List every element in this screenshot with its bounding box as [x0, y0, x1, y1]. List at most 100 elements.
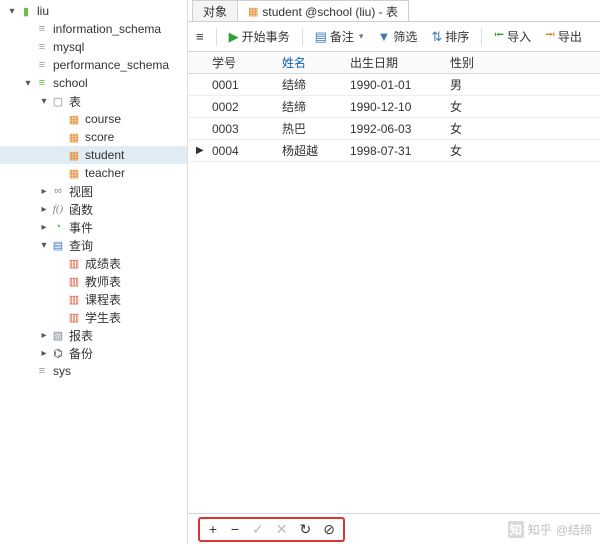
expand-icon[interactable]: ▾ [38, 240, 50, 251]
tree-node--[interactable]: ▸▧报表 [0, 326, 187, 344]
fn-icon: f() [50, 202, 66, 216]
expand-icon[interactable]: ▾ [38, 96, 50, 107]
tree-label: mysql [52, 40, 84, 54]
remark-button[interactable]: ▤ 备注 ▾ [313, 26, 366, 47]
cell[interactable]: 女 [442, 142, 496, 159]
column-header[interactable]: 性别 [442, 54, 496, 71]
tree-node-course[interactable]: ▦course [0, 110, 187, 128]
commit-button[interactable]: ✓ [252, 521, 264, 538]
collapse-icon[interactable]: ▸ [38, 330, 50, 341]
tree-node-sys[interactable]: ≡sys [0, 362, 187, 380]
cell[interactable]: 0004 [204, 144, 274, 158]
row-menu-button[interactable]: ≡ [194, 27, 206, 46]
cancel-button[interactable]: ✕ [276, 521, 288, 538]
tree-node--[interactable]: ▥教师表 [0, 272, 187, 290]
column-header[interactable]: 姓名 [274, 54, 342, 71]
qfile-icon: ▥ [66, 256, 82, 270]
add-row-button[interactable]: + [208, 521, 218, 537]
tree-node--[interactable]: ▥成绩表 [0, 254, 187, 272]
tree-label: 查询 [68, 237, 93, 254]
expand-icon[interactable]: ▾ [6, 6, 18, 17]
collapse-icon[interactable]: ▸ [38, 348, 50, 359]
db-icon: ≡ [34, 76, 50, 90]
cell[interactable]: 0003 [204, 122, 274, 136]
tree-label: course [84, 112, 121, 126]
expand-icon[interactable]: ▾ [22, 78, 34, 89]
play-icon: ▶ [229, 29, 239, 45]
table-row[interactable]: 0002结缔1990-12-10女 [188, 96, 600, 118]
table-icon: ▦ [66, 130, 82, 144]
button-label: 导出 [558, 28, 582, 45]
tree-label: school [52, 76, 88, 90]
tree-node-mysql[interactable]: ≡mysql [0, 38, 187, 56]
button-label: 排序 [445, 28, 469, 45]
refresh-button[interactable]: ↻ [299, 521, 311, 538]
rpt-icon: ▧ [50, 328, 66, 342]
table-row[interactable]: 0003热巴1992-06-03女 [188, 118, 600, 140]
tree-label: 表 [68, 93, 81, 110]
stop-button[interactable]: ⊘ [323, 521, 335, 538]
tree-node--[interactable]: ▾▢表 [0, 92, 187, 110]
dropdown-icon: ▾ [359, 31, 364, 42]
delete-row-button[interactable]: − [230, 521, 240, 537]
cell[interactable]: 0001 [204, 78, 274, 92]
cell[interactable]: 1992-06-03 [342, 122, 442, 136]
db-icon: ≡ [34, 58, 50, 72]
tab-label: student @school (liu) - 表 [262, 3, 398, 20]
tree-label: performance_schema [52, 58, 169, 72]
main-panel: 对象 ▦ student @school (liu) - 表 ≡ ▶ 开始事务 … [188, 0, 600, 544]
table-row[interactable]: ▶0004杨超越1998-07-31女 [188, 140, 600, 162]
qfile-icon: ▥ [66, 274, 82, 288]
tree-node-information-schema[interactable]: ≡information_schema [0, 20, 187, 38]
tree-node--[interactable]: ▥学生表 [0, 308, 187, 326]
note-icon: ▤ [315, 29, 327, 45]
tree-node-liu[interactable]: ▾▮liu [0, 2, 187, 20]
tree-node-school[interactable]: ▾≡school [0, 74, 187, 92]
tree-label: score [84, 130, 114, 144]
cell[interactable]: 1998-07-31 [342, 144, 442, 158]
tree-label: 课程表 [84, 291, 121, 308]
tree-node--[interactable]: ▾▤查询 [0, 236, 187, 254]
tab-student[interactable]: ▦ student @school (liu) - 表 [237, 0, 409, 21]
tree-node-student[interactable]: ▦student [0, 146, 187, 164]
collapse-icon[interactable]: ▸ [38, 222, 50, 233]
collapse-icon[interactable]: ▸ [38, 204, 50, 215]
cell[interactable]: 热巴 [274, 120, 342, 137]
tree-node--[interactable]: ▸∞视图 [0, 182, 187, 200]
import-icon: ⭰ [494, 26, 504, 48]
cell[interactable]: 杨超越 [274, 142, 342, 159]
column-header[interactable]: 出生日期 [342, 54, 442, 71]
button-label: 导入 [507, 28, 531, 45]
cell[interactable]: 1990-12-10 [342, 100, 442, 114]
export-button[interactable]: ⭲ 导出 [543, 24, 584, 50]
connection-tree[interactable]: ▾▮liu≡information_schema≡mysql≡performan… [0, 0, 188, 544]
tree-node--[interactable]: ▸◔事件 [0, 218, 187, 236]
collapse-icon[interactable]: ▸ [38, 186, 50, 197]
cell[interactable]: 1990-01-01 [342, 78, 442, 92]
tree-node-teacher[interactable]: ▦teacher [0, 164, 187, 182]
column-header[interactable]: 学号 [204, 54, 274, 71]
cell[interactable]: 结缔 [274, 76, 342, 93]
cell[interactable]: 男 [442, 76, 496, 93]
table-icon: ▦ [248, 5, 258, 18]
tree-node-performance-schema[interactable]: ≡performance_schema [0, 56, 187, 74]
button-label: 筛选 [393, 28, 417, 45]
tree-node--[interactable]: ▸⌬备份 [0, 344, 187, 362]
table-row[interactable]: 0001结缔1990-01-01男 [188, 74, 600, 96]
data-grid[interactable]: 学号姓名出生日期性别 0001结缔1990-01-01男0002结缔1990-1… [188, 52, 600, 514]
cell[interactable]: 结缔 [274, 98, 342, 115]
begin-transaction-button[interactable]: ▶ 开始事务 [227, 26, 292, 47]
cell[interactable]: 女 [442, 98, 496, 115]
tree-node--[interactable]: ▸f()函数 [0, 200, 187, 218]
table-icon: ▦ [66, 166, 82, 180]
cell[interactable]: 0002 [204, 100, 274, 114]
funnel-icon: ▼ [377, 29, 390, 44]
sort-button[interactable]: ⇅ 排序 [429, 26, 471, 47]
tab-objects[interactable]: 对象 [192, 0, 238, 21]
tab-strip: 对象 ▦ student @school (liu) - 表 [188, 0, 600, 22]
filter-button[interactable]: ▼ 筛选 [375, 26, 419, 47]
tree-node-score[interactable]: ▦score [0, 128, 187, 146]
cell[interactable]: 女 [442, 120, 496, 137]
tree-node--[interactable]: ▥课程表 [0, 290, 187, 308]
import-button[interactable]: ⭰ 导入 [492, 24, 533, 50]
